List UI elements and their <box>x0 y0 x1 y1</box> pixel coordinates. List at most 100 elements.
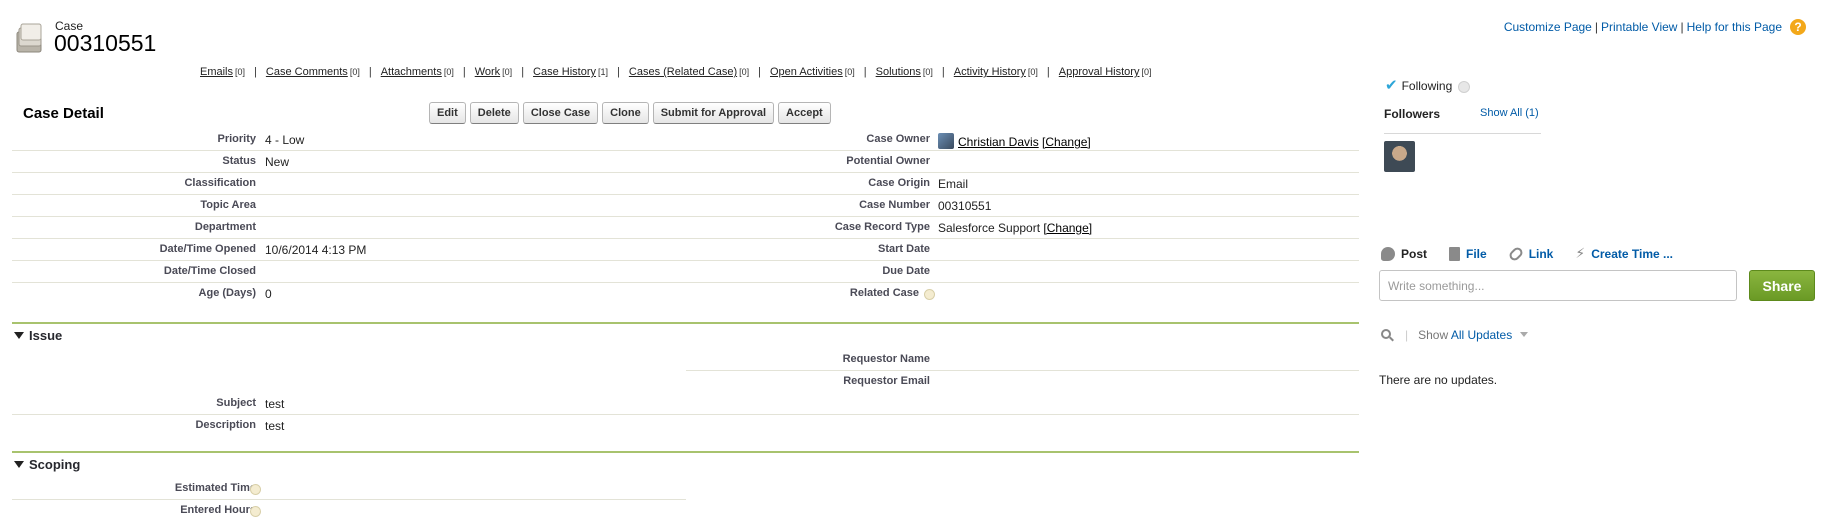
separator: | <box>758 66 761 78</box>
detail-row: Age (Days) 0 Related Case <box>12 283 1359 305</box>
followers-label: Followers <box>1384 107 1441 121</box>
related-link-related-cases[interactable]: Cases (Related Case) <box>629 66 737 78</box>
chevron-down-icon[interactable] <box>1520 332 1529 337</box>
related-count: [0] <box>844 67 855 77</box>
separator: | <box>941 66 945 78</box>
related-link-emails[interactable]: Emails <box>200 66 233 78</box>
related-link-case-comments[interactable]: Case Comments <box>266 66 348 78</box>
case-owner-value: Christian Davis [Change] <box>938 133 1091 149</box>
field-label: Potential Owner <box>846 155 930 167</box>
related-link-open-activities[interactable]: Open Activities <box>770 66 843 78</box>
tab-label: Post <box>1401 246 1428 261</box>
related-count: [1] <box>598 67 609 77</box>
detail-row: Topic Area Case Number 00310551 <box>12 195 1359 217</box>
feed-filter-dropdown[interactable]: All Updates <box>1451 328 1512 342</box>
help-icon[interactable]: ? <box>1790 19 1806 35</box>
printable-view-link[interactable]: Printable View <box>1601 20 1678 34</box>
separator: | <box>1680 20 1684 34</box>
detail-row: Priority 4 - Low Case Owner Christian Da… <box>12 129 1359 151</box>
separator: | <box>1046 66 1050 78</box>
tab-create-time[interactable]: ⚡ Create Time ... <box>1575 245 1673 262</box>
field-value: Email <box>938 177 969 191</box>
related-count: [0] <box>1141 67 1152 77</box>
follower-avatar[interactable] <box>1384 141 1415 172</box>
unfollow-icon[interactable] <box>1458 81 1471 93</box>
divider <box>1384 133 1541 134</box>
submit-for-approval-button[interactable]: Submit for Approval <box>652 102 775 124</box>
field-value: test <box>265 419 285 433</box>
lightning-icon: ⚡ <box>1575 245 1586 261</box>
customize-page-link[interactable]: Customize Page <box>1504 20 1592 34</box>
top-links: Customize Page | Printable View | Help for t… <box>1504 20 1782 34</box>
tab-link[interactable]: Link <box>1507 245 1554 262</box>
info-icon[interactable] <box>250 484 261 495</box>
related-link-solutions[interactable]: Solutions <box>876 66 921 78</box>
scoping-section-header[interactable]: Scoping <box>14 457 80 472</box>
related-count: [0] <box>443 67 454 77</box>
tab-file[interactable]: File <box>1449 245 1487 262</box>
field-label: Description <box>195 419 256 431</box>
section-divider <box>12 451 1359 453</box>
case-owner-link[interactable]: Christian Davis <box>958 135 1039 149</box>
field-label: Date/Time Opened <box>159 243 256 255</box>
post-input[interactable] <box>1379 270 1737 301</box>
chat-bubble-icon <box>1381 246 1395 261</box>
related-link-activity-history[interactable]: Activity History <box>954 66 1026 78</box>
issue-section-header[interactable]: Issue <box>14 328 62 343</box>
field-label: Due Date <box>882 265 930 277</box>
publisher-tabs: Post File Link ⚡ Create Time ... <box>1381 245 1673 262</box>
detail-row: Date/Time Opened 10/6/2014 4:13 PM Start… <box>12 239 1359 261</box>
field-label: Case Origin <box>868 177 930 189</box>
collapse-triangle-icon[interactable] <box>14 332 24 339</box>
detail-row: Entered Hours <box>12 500 1359 522</box>
owner-avatar[interactable] <box>938 133 954 149</box>
related-list-links: Emails [0] | Case Comments [0] | Attachments [0… <box>200 66 1151 78</box>
empty-feed-message: There are no updates. <box>1379 373 1498 387</box>
info-icon[interactable] <box>924 289 935 300</box>
related-link-attachments[interactable]: Attachments <box>381 66 442 78</box>
related-count: [0] <box>502 67 513 77</box>
field-label: Classification <box>184 177 256 189</box>
share-button[interactable]: Share <box>1749 270 1815 301</box>
separator: | <box>617 66 620 78</box>
tab-label: Link <box>1528 246 1554 261</box>
edit-button[interactable]: Edit <box>429 102 466 124</box>
field-label: Requestor Name <box>842 353 930 365</box>
change-owner-link[interactable]: [Change] <box>1042 135 1091 149</box>
search-icon[interactable] <box>1381 329 1391 339</box>
page-title: 00310551 <box>54 30 157 56</box>
field-label: Department <box>194 221 256 233</box>
record-type-value: Salesforce Support [Change] <box>938 221 1092 235</box>
show-all-followers-link[interactable]: Show All (1) <box>1480 107 1539 119</box>
related-link-approval-history[interactable]: Approval History <box>1059 66 1140 78</box>
close-case-button[interactable]: Close Case <box>522 102 599 124</box>
detail-row: Estimated Time <box>12 478 1359 500</box>
field-label: Case Number <box>859 199 930 211</box>
related-link-case-history[interactable]: Case History <box>533 66 596 78</box>
info-icon[interactable] <box>250 506 261 517</box>
separator: | <box>1405 328 1409 342</box>
field-label: Entered Hours <box>180 504 256 516</box>
related-link-work[interactable]: Work <box>475 66 500 78</box>
following-status[interactable]: ✔ Following <box>1385 76 1471 94</box>
show-label: Show <box>1418 328 1449 342</box>
detail-button-bar: Edit Delete Close Case Clone Submit for … <box>429 102 831 124</box>
file-icon <box>1449 246 1461 261</box>
detail-row: Date/Time Closed Due Date <box>12 261 1359 283</box>
clone-button[interactable]: Clone <box>602 102 649 124</box>
field-label: Priority <box>217 133 256 145</box>
section-title: Scoping <box>29 457 81 472</box>
delete-button[interactable]: Delete <box>469 102 519 124</box>
field-value: 4 - Low <box>265 133 305 147</box>
separator: | <box>462 66 466 78</box>
collapse-triangle-icon[interactable] <box>14 461 24 468</box>
following-label: Following <box>1401 79 1453 93</box>
field-label: Case Owner <box>866 133 930 145</box>
separator: | <box>863 66 867 78</box>
change-record-type-link[interactable]: [Change] <box>1043 221 1092 235</box>
field-label: Topic Area <box>200 199 256 211</box>
tab-post[interactable]: Post <box>1381 245 1427 262</box>
accept-button[interactable]: Accept <box>778 102 831 124</box>
separator: | <box>368 66 372 78</box>
help-link[interactable]: Help for this Page <box>1687 20 1782 34</box>
